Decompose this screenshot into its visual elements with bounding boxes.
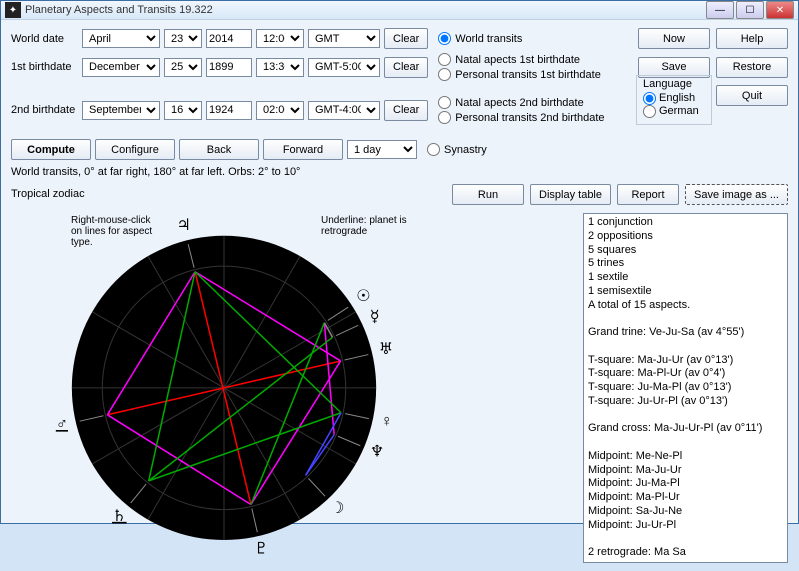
window-title: Planetary Aspects and Transits 19.322 — [25, 4, 706, 16]
app-icon: ✦ — [5, 2, 21, 18]
restore-button[interactable]: Restore — [716, 57, 788, 78]
world-month-select[interactable]: April — [82, 29, 160, 48]
svg-text:♃: ♃ — [176, 216, 191, 234]
svg-text:☉: ☉ — [356, 287, 371, 305]
astro-wheel: ☉ ☽ ☿ ♀ ♂ ♃ ♄ ♅ ♆ ♇ — [11, 213, 579, 563]
radio-synastry[interactable] — [427, 143, 440, 156]
svg-text:☿: ☿ — [370, 307, 380, 325]
analysis-pane[interactable]: 1 conjunction 2 oppositions 5 squares 5 … — [583, 213, 788, 563]
svg-text:♆: ♆ — [370, 443, 385, 461]
orbs-info: World transits, 0° at far right, 180° at… — [11, 166, 788, 178]
radio-natal-2[interactable] — [438, 96, 451, 109]
configure-button[interactable]: Configure — [95, 139, 175, 160]
titlebar: ✦ Planetary Aspects and Transits 19.322 … — [1, 1, 798, 20]
zodiac-label: Tropical zodiac — [11, 188, 85, 200]
language-box: Language English German — [636, 75, 712, 125]
world-day-select[interactable]: 23 — [164, 29, 202, 48]
bd1-tz-select[interactable]: GMT-5:00 — [308, 58, 380, 77]
clear-world-button[interactable]: Clear — [384, 28, 428, 49]
svg-text:☽: ☽ — [330, 499, 345, 517]
svg-text:♂: ♂ — [56, 415, 68, 433]
chart-area[interactable]: Right-mouse-click on lines for aspect ty… — [11, 213, 579, 563]
svg-text:♄: ♄ — [112, 507, 127, 525]
maximize-button[interactable]: ☐ — [736, 1, 764, 19]
transit-type-radios: World transits — [438, 32, 522, 45]
radio-english[interactable] — [643, 92, 656, 105]
save-image-button[interactable]: Save image as ... — [685, 184, 788, 205]
bd2-month-select[interactable]: September — [82, 101, 160, 120]
run-button[interactable]: Run — [452, 184, 524, 205]
hint-right: Underline: planet is retrograde — [321, 215, 421, 237]
world-year-input[interactable] — [206, 29, 252, 48]
forward-button[interactable]: Forward — [263, 139, 343, 160]
bd1-day-select[interactable]: 25 — [164, 58, 202, 77]
world-tz-select[interactable]: GMT — [308, 29, 380, 48]
bd1-year-input[interactable] — [206, 58, 252, 77]
bd2-day-select[interactable]: 16 — [164, 101, 202, 120]
bd1-time-select[interactable]: 13:30 — [256, 58, 304, 77]
svg-text:♅: ♅ — [379, 340, 394, 358]
radio-personal-2[interactable] — [438, 111, 451, 124]
bd2-tz-select[interactable]: GMT-4:00 — [308, 101, 380, 120]
radio-personal-1[interactable] — [438, 68, 451, 81]
analysis-text: 1 conjunction 2 oppositions 5 squares 5 … — [588, 216, 783, 560]
step-select[interactable]: 1 day — [347, 140, 417, 159]
hint-left: Right-mouse-click on lines for aspect ty… — [71, 215, 161, 248]
svg-text:♇: ♇ — [254, 540, 269, 558]
svg-text:♀: ♀ — [381, 412, 393, 430]
now-button[interactable]: Now — [638, 28, 710, 49]
label-world-date: World date — [11, 33, 78, 45]
report-button[interactable]: Report — [617, 184, 679, 205]
close-button[interactable]: ✕ — [766, 1, 794, 19]
bd2-year-input[interactable] — [206, 101, 252, 120]
radio-german[interactable] — [643, 105, 656, 118]
radio-world-transits[interactable] — [438, 32, 451, 45]
bd1-month-select[interactable]: December — [82, 58, 160, 77]
app-window: ✦ Planetary Aspects and Transits 19.322 … — [0, 0, 799, 524]
help-button[interactable]: Help — [716, 28, 788, 49]
quit-button[interactable]: Quit — [716, 85, 788, 106]
display-table-button[interactable]: Display table — [530, 184, 611, 205]
bd2-time-select[interactable]: 02:00 — [256, 101, 304, 120]
radio-natal-1[interactable] — [438, 53, 451, 66]
label-second-birthdate: 2nd birthdate — [11, 104, 78, 116]
back-button[interactable]: Back — [179, 139, 259, 160]
compute-button[interactable]: Compute — [11, 139, 91, 160]
clear-bd1-button[interactable]: Clear — [384, 57, 428, 78]
label-first-birthdate: 1st birthdate — [11, 61, 78, 73]
clear-bd2-button[interactable]: Clear — [384, 100, 428, 121]
world-time-select[interactable]: 12:00 — [256, 29, 304, 48]
minimize-button[interactable]: — — [706, 1, 734, 19]
